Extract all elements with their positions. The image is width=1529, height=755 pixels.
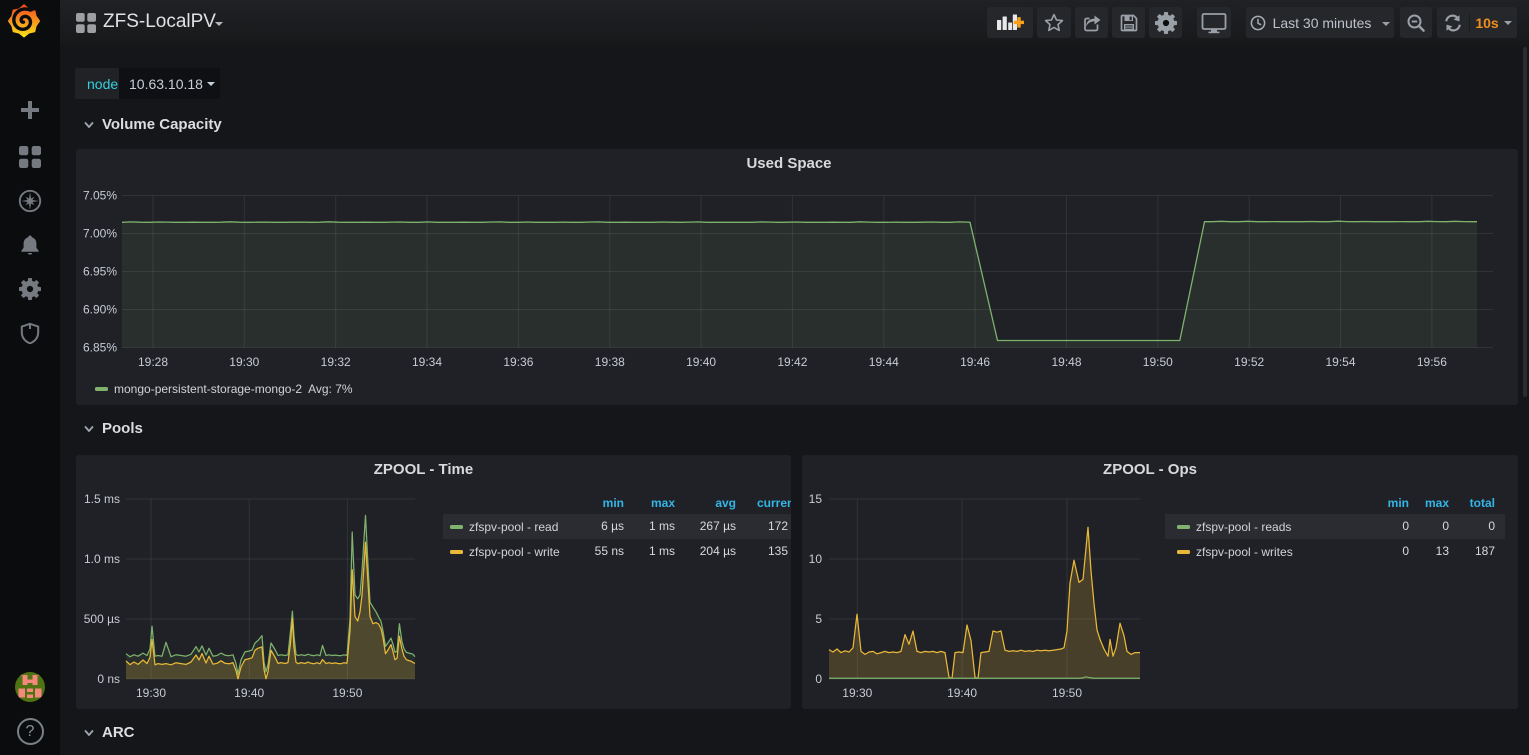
svg-text:19:56: 19:56: [1417, 355, 1447, 369]
svg-text:1.5 ms: 1.5 ms: [84, 492, 120, 506]
svg-text:19:34: 19:34: [412, 355, 442, 369]
svg-text:19:30: 19:30: [842, 686, 872, 700]
svg-text:19:42: 19:42: [777, 355, 807, 369]
svg-text:0 ns: 0 ns: [97, 672, 120, 686]
svg-text:19:44: 19:44: [869, 355, 899, 369]
svg-text:19:30: 19:30: [136, 686, 166, 700]
svg-text:19:48: 19:48: [1051, 355, 1081, 369]
svg-text:5: 5: [815, 612, 822, 626]
svg-text:19:52: 19:52: [1234, 355, 1264, 369]
svg-text:0: 0: [815, 672, 822, 686]
svg-text:19:50: 19:50: [1052, 686, 1082, 700]
svg-text:19:40: 19:40: [947, 686, 977, 700]
svg-text:19:46: 19:46: [960, 355, 990, 369]
svg-text:19:50: 19:50: [1143, 355, 1173, 369]
svg-text:19:54: 19:54: [1325, 355, 1355, 369]
svg-text:19:38: 19:38: [595, 355, 625, 369]
svg-text:19:40: 19:40: [686, 355, 716, 369]
svg-text:7.00%: 7.00%: [83, 227, 117, 241]
svg-text:19:28: 19:28: [138, 355, 168, 369]
svg-text:15: 15: [809, 492, 823, 506]
svg-text:6.95%: 6.95%: [83, 265, 117, 279]
svg-text:19:50: 19:50: [332, 686, 362, 700]
svg-text:7.05%: 7.05%: [83, 189, 117, 203]
svg-text:19:36: 19:36: [503, 355, 533, 369]
svg-text:500 µs: 500 µs: [84, 612, 120, 626]
svg-text:19:40: 19:40: [234, 686, 264, 700]
svg-text:19:32: 19:32: [321, 355, 351, 369]
svg-text:1.0 ms: 1.0 ms: [84, 552, 120, 566]
svg-text:10: 10: [809, 552, 823, 566]
svg-text:6.90%: 6.90%: [83, 303, 117, 317]
svg-text:19:30: 19:30: [229, 355, 259, 369]
svg-text:6.85%: 6.85%: [83, 341, 117, 355]
